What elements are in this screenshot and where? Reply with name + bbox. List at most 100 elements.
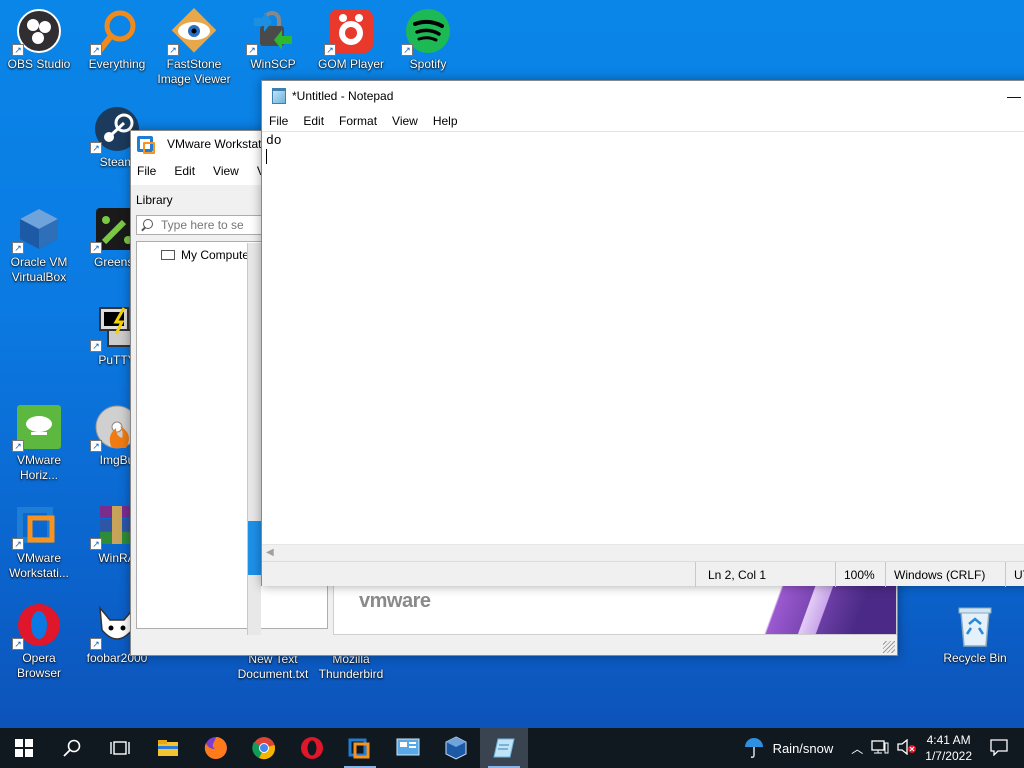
folder-icon — [158, 740, 178, 756]
control-panel-icon — [396, 738, 420, 756]
vmware-logo-text: vmware — [359, 590, 431, 612]
network-icon[interactable] — [871, 739, 889, 758]
desktop-icon-recycle-bin[interactable]: Recycle Bin — [938, 602, 1012, 666]
task-view-icon — [110, 741, 130, 755]
desktop-icon-label: VMware Horiz... — [16, 453, 61, 482]
desktop-icon-thunderbird[interactable]: Mozilla Thunderbird — [314, 652, 388, 682]
vmware-menu-view[interactable]: View — [213, 162, 239, 180]
library-search-placeholder: Type here to se — [161, 218, 244, 232]
desktop-icon-label: Spotify — [409, 57, 447, 71]
taskbar-opera[interactable] — [288, 728, 336, 768]
desktop-icon-winscp[interactable]: ↗ WinSCP — [236, 8, 310, 72]
desktop-icon-spotify[interactable]: ↗ Spotify — [391, 8, 465, 72]
desktop-icon-vmware-horizon[interactable]: ↗ VMware Horiz... — [2, 404, 76, 483]
notification-icon[interactable] — [990, 738, 1008, 759]
desktop-icon-gom-player[interactable]: ↗ GOM Player — [314, 8, 388, 72]
horizontal-scrollbar[interactable]: ◀ — [262, 544, 1024, 561]
vmware-horizon-icon: ↗ — [12, 404, 62, 452]
scroll-left-icon[interactable]: ◀ — [266, 547, 274, 558]
search-icon — [141, 218, 155, 232]
task-view-button[interactable] — [96, 728, 144, 768]
desktop-icon-faststone[interactable]: ↗ FastStone Image Viewer — [157, 8, 231, 87]
desktop-icon-label: GOM Player — [317, 57, 384, 71]
desktop-icon-label: WinSCP — [250, 57, 296, 71]
desktop-icon-label: Recycle Bin — [943, 651, 1007, 665]
taskbar-file-explorer[interactable] — [144, 728, 192, 768]
notepad-menu-help[interactable]: Help — [433, 114, 458, 128]
spotify-icon: ↗ — [401, 8, 451, 56]
text-caret — [266, 149, 267, 164]
status-position: Ln 2, Col 1 — [708, 568, 767, 582]
taskbar-vmware-workstation[interactable] — [336, 728, 384, 768]
notepad-menu-edit[interactable]: Edit — [303, 114, 324, 128]
splitter-highlight — [248, 521, 262, 575]
taskbar-virtualbox[interactable] — [432, 728, 480, 768]
clock[interactable]: 4:41 AM 1/7/2022 — [925, 732, 972, 764]
system-tray: Rain/snow ︿ 4:41 AM 1/7/2022 — [743, 728, 1024, 768]
desktop-icon-label: Mozilla Thunderbird — [318, 652, 384, 681]
opera-icon — [301, 737, 323, 759]
vmware-window-title: VMware Workstati — [167, 137, 265, 151]
chevron-up-icon[interactable]: ︿ — [851, 740, 863, 757]
virtualbox-icon: ↗ — [12, 206, 62, 254]
vmware-menu-edit[interactable]: Edit — [174, 162, 195, 180]
notepad-content: do — [266, 133, 282, 148]
firefox-icon — [204, 737, 227, 759]
taskbar-firefox[interactable] — [192, 728, 240, 768]
notepad-icon — [493, 738, 515, 758]
notepad-title-bar[interactable]: *Untitled - Notepad — — [262, 81, 1024, 110]
vmware-workstation-icon: ↗ — [12, 502, 62, 550]
taskbar-control-panel[interactable] — [384, 728, 432, 768]
volume-muted-icon[interactable] — [897, 738, 917, 758]
desktop-icon-label: VMware Workstati... — [9, 551, 69, 580]
faststone-icon: ↗ — [167, 8, 217, 56]
desktop-icon-everything[interactable]: ↗ Everything — [80, 8, 154, 72]
start-button[interactable] — [0, 728, 48, 768]
notepad-menu-view[interactable]: View — [392, 114, 418, 128]
virtualbox-icon — [445, 736, 467, 760]
tree-item-my-computer[interactable]: My Compute — [161, 248, 249, 262]
resize-grip[interactable] — [883, 641, 895, 653]
weather-text: Rain/snow — [772, 740, 834, 756]
desktop-icon-opera[interactable]: ↗ Opera Browser — [2, 602, 76, 681]
notepad-icon — [272, 87, 286, 104]
notepad-window[interactable]: *Untitled - Notepad — File Edit Format V… — [261, 80, 1024, 587]
taskbar-notepad[interactable] — [480, 728, 528, 768]
chrome-icon — [252, 737, 275, 760]
status-zoom: 100% — [844, 568, 875, 582]
status-line-ending: Windows (CRLF) — [894, 568, 986, 582]
desktop-icon-label: New Text Document.txt — [237, 652, 309, 681]
tree-item-label: My Compute — [181, 248, 250, 262]
desktop-icon-new-text-document[interactable]: New Text Document.txt — [236, 652, 310, 682]
desktop-icon-label: OBS Studio — [7, 57, 71, 71]
windows-logo-icon — [15, 739, 33, 757]
notepad-menu-file[interactable]: File — [269, 114, 288, 128]
desktop-icon-vmware-workstation[interactable]: ↗ VMware Workstati... — [2, 502, 76, 581]
status-separator — [835, 562, 836, 587]
notepad-menu-bar: File Edit Format View Help — [262, 110, 1024, 131]
desktop-icon-virtualbox[interactable]: ↗ Oracle VM VirtualBox — [2, 206, 76, 285]
desktop-icon-obs[interactable]: ↗ OBS Studio — [2, 8, 76, 72]
desktop-icon-label: Opera Browser — [16, 651, 61, 680]
everything-icon: ↗ — [90, 8, 140, 56]
notepad-text-area[interactable]: do — [262, 131, 1024, 544]
desktop-icon-label: Everything — [88, 57, 146, 71]
umbrella-icon — [744, 738, 763, 758]
notepad-window-title: *Untitled - Notepad — [292, 88, 394, 103]
desktop-icon-label: FastStone Image Viewer — [157, 57, 231, 86]
vmware-menu-file[interactable]: File — [137, 162, 156, 180]
notepad-menu-format[interactable]: Format — [339, 114, 377, 128]
search-button[interactable] — [48, 728, 96, 768]
obs-icon: ↗ — [12, 8, 62, 56]
notepad-status-bar: Ln 2, Col 1 100% Windows (CRLF) UT — [262, 561, 1024, 587]
gom-player-icon: ↗ — [324, 8, 374, 56]
recycle-bin-icon — [952, 602, 998, 648]
taskbar-chrome[interactable] — [240, 728, 288, 768]
computer-icon — [161, 250, 175, 260]
banner-stripe — [786, 578, 836, 634]
status-encoding: UT — [1014, 568, 1024, 582]
weather-widget[interactable]: Rain/snow — [743, 737, 834, 759]
minimize-icon[interactable]: — — [1007, 88, 1021, 104]
clock-date: 1/7/2022 — [925, 749, 972, 763]
library-splitter[interactable] — [247, 243, 262, 635]
